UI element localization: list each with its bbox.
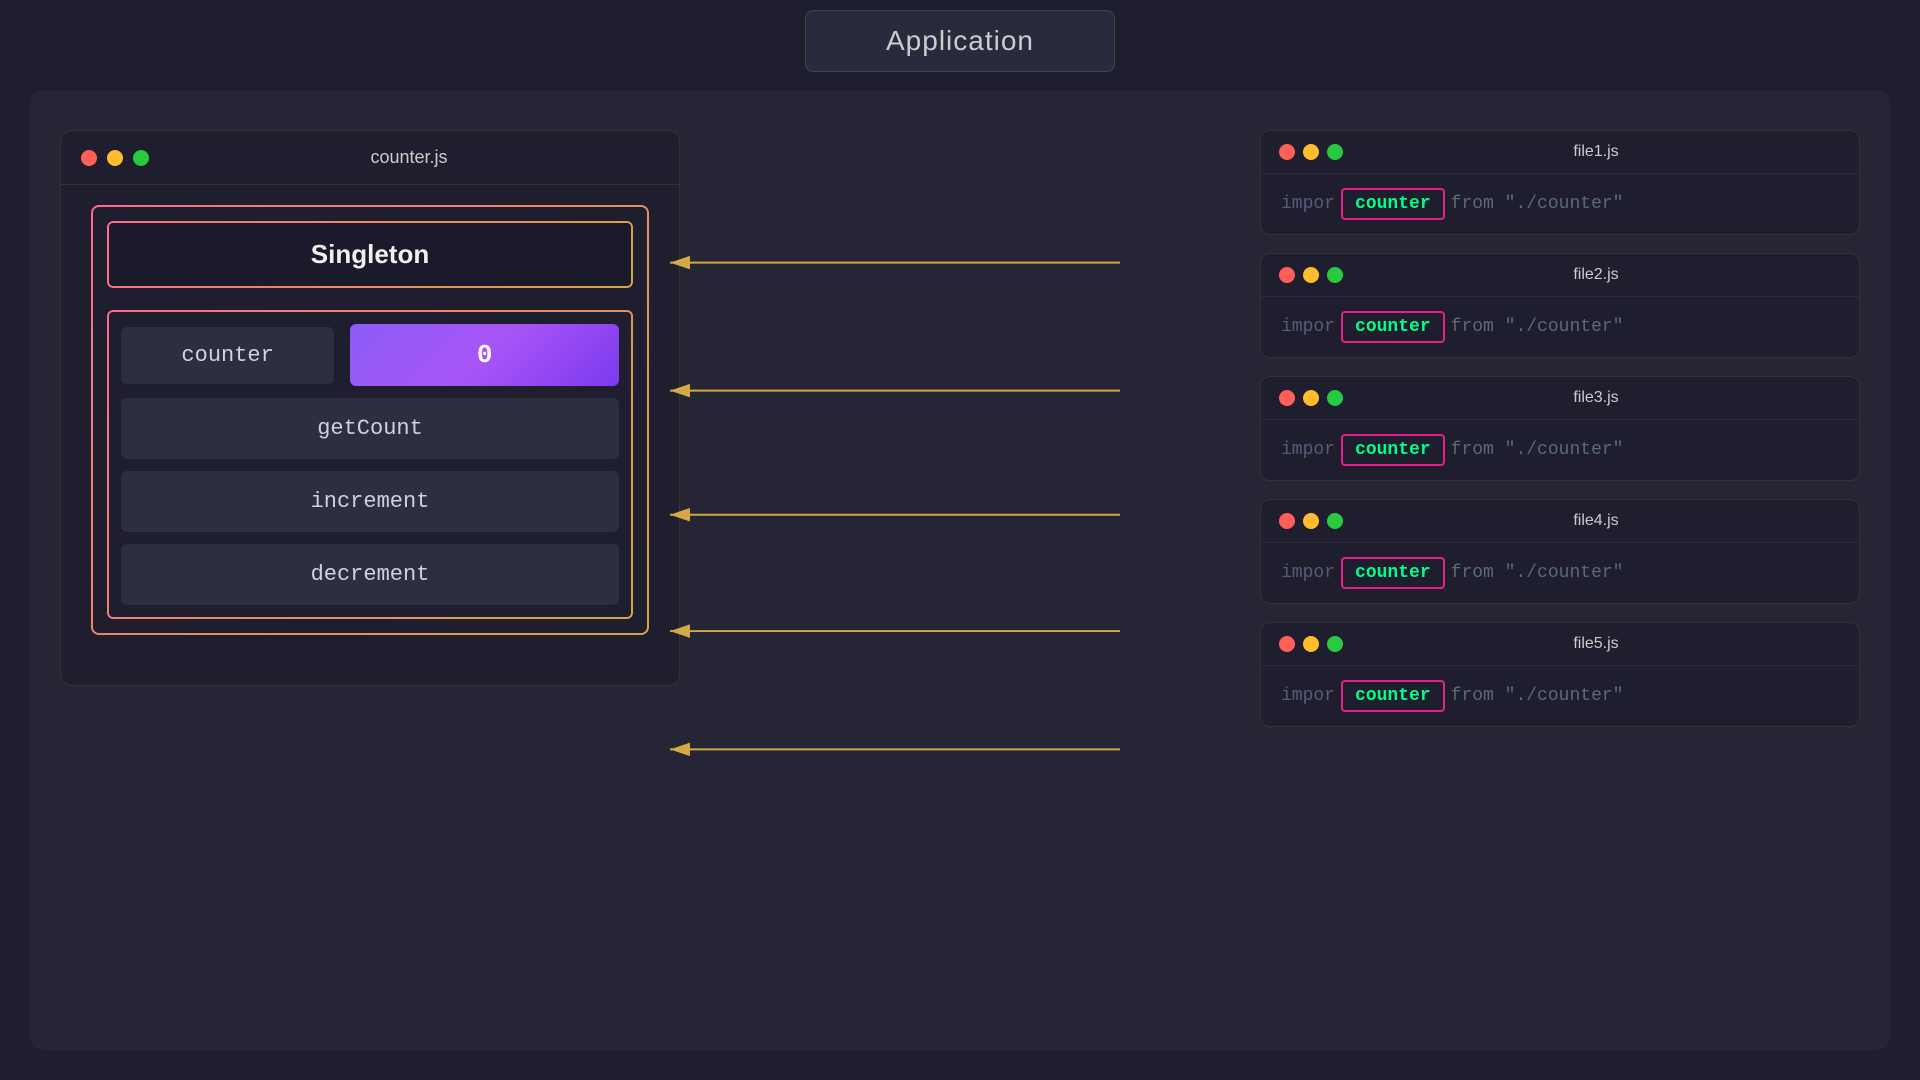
file3-dot-red xyxy=(1279,390,1295,406)
increment-label: increment xyxy=(311,489,430,514)
file2-title: file2.js xyxy=(1573,266,1618,284)
file5-content: impor counter from "./counter" xyxy=(1261,666,1859,726)
left-window-titlebar: counter.js xyxy=(61,131,679,185)
file2-from: from "./counter" xyxy=(1451,317,1624,337)
counter-row: counter 0 xyxy=(121,324,619,386)
file1-import: impor xyxy=(1281,194,1335,214)
file2-counter-text: counter xyxy=(1355,317,1431,337)
file1-counter-text: counter xyxy=(1355,194,1431,214)
file4-dot-green xyxy=(1327,513,1343,529)
file5-from: from "./counter" xyxy=(1451,686,1624,706)
left-panel-window: counter.js Singleton xyxy=(60,130,680,686)
file5-counter-text: counter xyxy=(1355,686,1431,706)
counter-label: counter xyxy=(181,343,273,368)
right-panel: file1.js impor counter from "./counter" … xyxy=(1260,130,1860,727)
getcount-label: getCount xyxy=(317,416,423,441)
file2-content: impor counter from "./counter" xyxy=(1261,297,1859,357)
file3-titlebar: file3.js xyxy=(1261,377,1859,420)
file2-window: file2.js impor counter from "./counter" xyxy=(1260,253,1860,358)
dot-yellow[interactable] xyxy=(107,150,123,166)
file4-dot-red xyxy=(1279,513,1295,529)
file4-content: impor counter from "./counter" xyxy=(1261,543,1859,603)
file3-title: file3.js xyxy=(1573,389,1618,407)
file3-window: file3.js impor counter from "./counter" xyxy=(1260,376,1860,481)
file4-import: impor xyxy=(1281,563,1335,583)
file5-counter-badge: counter xyxy=(1341,680,1445,712)
counter-label-box: counter xyxy=(121,327,334,384)
file2-dot-red xyxy=(1279,267,1295,283)
singleton-label: Singleton xyxy=(311,239,429,269)
screen: Application counter.js Singleton xyxy=(0,0,1920,1080)
file5-window: file5.js impor counter from "./counter" xyxy=(1260,622,1860,727)
file4-title: file4.js xyxy=(1573,512,1618,530)
file1-dot-red xyxy=(1279,144,1295,160)
file3-import: impor xyxy=(1281,440,1335,460)
file3-dot-green xyxy=(1327,390,1343,406)
counter-value-box: 0 xyxy=(350,324,619,386)
file4-titlebar: file4.js xyxy=(1261,500,1859,543)
getcount-box[interactable]: getCount xyxy=(121,398,619,459)
file4-dot-yellow xyxy=(1303,513,1319,529)
left-panel-body: Singleton counter 0 xyxy=(61,185,679,655)
file3-counter-text: counter xyxy=(1355,440,1431,460)
file2-import: impor xyxy=(1281,317,1335,337)
file1-dot-green xyxy=(1327,144,1343,160)
file5-dot-yellow xyxy=(1303,636,1319,652)
dot-red[interactable] xyxy=(81,150,97,166)
file2-titlebar: file2.js xyxy=(1261,254,1859,297)
dot-green[interactable] xyxy=(133,150,149,166)
file4-from: from "./counter" xyxy=(1451,563,1624,583)
decrement-label: decrement xyxy=(311,562,430,587)
file2-counter-badge: counter xyxy=(1341,311,1445,343)
file1-from: from "./counter" xyxy=(1451,194,1624,214)
file1-titlebar: file1.js xyxy=(1261,131,1859,174)
decrement-box[interactable]: decrement xyxy=(121,544,619,605)
file1-window: file1.js impor counter from "./counter" xyxy=(1260,130,1860,235)
left-window-title: counter.js xyxy=(370,147,447,168)
file2-dot-green xyxy=(1327,267,1343,283)
increment-box[interactable]: increment xyxy=(121,471,619,532)
singleton-box: Singleton xyxy=(105,219,635,290)
file4-window: file4.js impor counter from "./counter" xyxy=(1260,499,1860,604)
file3-counter-badge: counter xyxy=(1341,434,1445,466)
file5-title: file5.js xyxy=(1573,635,1618,653)
file5-dot-red xyxy=(1279,636,1295,652)
file1-dot-yellow xyxy=(1303,144,1319,160)
file4-counter-badge: counter xyxy=(1341,557,1445,589)
main-content: counter.js Singleton xyxy=(30,90,1890,1050)
file4-counter-text: counter xyxy=(1355,563,1431,583)
file2-dot-yellow xyxy=(1303,267,1319,283)
file5-titlebar: file5.js xyxy=(1261,623,1859,666)
file5-dot-green xyxy=(1327,636,1343,652)
file1-content: impor counter from "./counter" xyxy=(1261,174,1859,234)
file3-content: impor counter from "./counter" xyxy=(1261,420,1859,480)
file1-counter-badge: counter xyxy=(1341,188,1445,220)
counter-value: 0 xyxy=(477,340,493,370)
title-bar: Application xyxy=(805,10,1115,72)
file5-import: impor xyxy=(1281,686,1335,706)
inner-methods-box: counter 0 getCount increment xyxy=(105,308,635,621)
file3-dot-yellow xyxy=(1303,390,1319,406)
app-title: Application xyxy=(886,25,1034,56)
file3-from: from "./counter" xyxy=(1451,440,1624,460)
file1-title: file1.js xyxy=(1573,143,1618,161)
